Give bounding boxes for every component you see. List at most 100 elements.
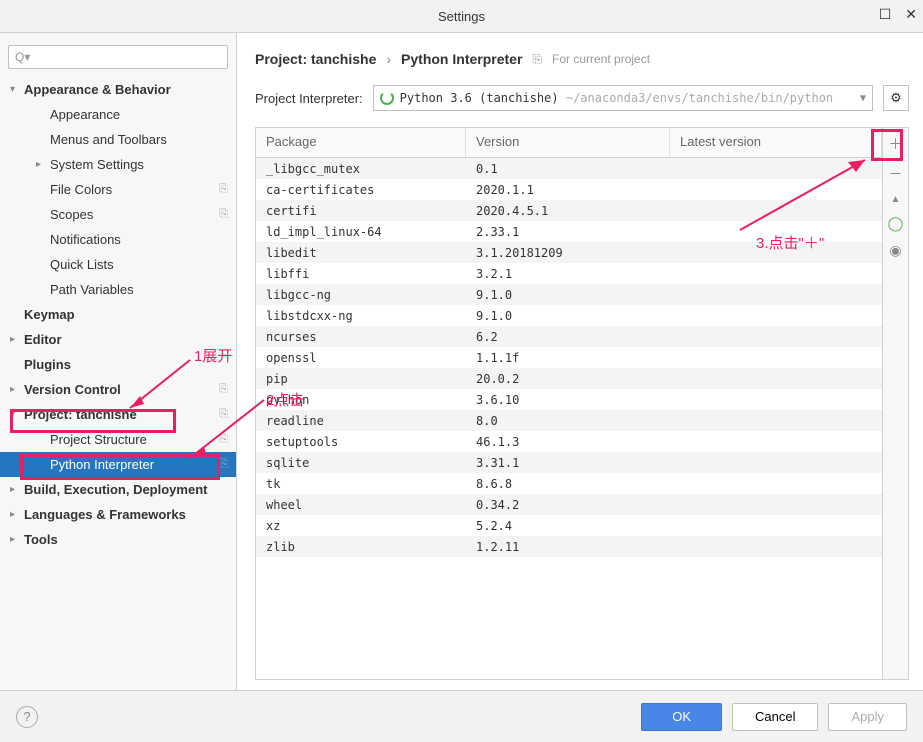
sidebar-item-label: Tools xyxy=(24,532,58,547)
sidebar-item-editor[interactable]: ▸Editor xyxy=(0,327,236,352)
sidebar-item-label: Python Interpreter xyxy=(50,457,154,472)
sidebar-item-build-execution-deployment[interactable]: ▸Build, Execution, Deployment xyxy=(0,477,236,502)
sidebar-item-label: Scopes xyxy=(50,207,93,222)
tree-arrow-icon: ▾ xyxy=(10,84,24,95)
tree-arrow-icon: ▸ xyxy=(10,534,24,545)
close-icon[interactable]: ✕ xyxy=(905,6,917,23)
sidebar-item-project-tanchishe[interactable]: ▾Project: tanchishe ⎘ xyxy=(0,402,236,427)
sidebar-item-version-control[interactable]: ▸Version Control ⎘ xyxy=(0,377,236,402)
breadcrumb: Project: tanchishe › Python Interpreter … xyxy=(255,51,909,67)
dialog-footer: ? OK Cancel Apply xyxy=(0,690,923,742)
sidebar-item-label: Keymap xyxy=(24,307,75,322)
conda-button[interactable]: ◯ xyxy=(888,215,904,232)
sidebar-item-quick-lists[interactable]: Quick Lists xyxy=(0,252,236,277)
for-current-project-label: For current project xyxy=(552,52,650,66)
table-row[interactable]: openssl1.1.1f xyxy=(256,347,882,368)
sidebar-item-system-settings[interactable]: ▸System Settings xyxy=(0,152,236,177)
sidebar-item-menus-and-toolbars[interactable]: Menus and Toolbars xyxy=(0,127,236,152)
sidebar-item-appearance-behavior[interactable]: ▾Appearance & Behavior xyxy=(0,77,236,102)
table-row[interactable]: sqlite3.31.1 xyxy=(256,452,882,473)
table-row[interactable]: _libgcc_mutex0.1 xyxy=(256,158,882,179)
col-latest[interactable]: Latest version xyxy=(670,128,882,157)
sidebar-item-path-variables[interactable]: Path Variables xyxy=(0,277,236,302)
table-row[interactable]: certifi2020.4.5.1 xyxy=(256,200,882,221)
help-button[interactable]: ? xyxy=(16,706,38,728)
table-row[interactable]: tk8.6.8 xyxy=(256,473,882,494)
sidebar-item-label: Project Structure xyxy=(50,432,147,447)
show-early-releases-button[interactable]: ◉ xyxy=(889,242,901,259)
interpreter-path xyxy=(559,91,566,105)
table-row[interactable]: ld_impl_linux-642.33.1 xyxy=(256,221,882,242)
sidebar-item-appearance[interactable]: Appearance xyxy=(0,102,236,127)
sidebar-item-project-structure[interactable]: Project Structure ⎘ xyxy=(0,427,236,452)
table-row[interactable]: ca-certificates2020.1.1 xyxy=(256,179,882,200)
apply-button[interactable]: Apply xyxy=(828,703,907,731)
cancel-button[interactable]: Cancel xyxy=(732,703,818,731)
table-row[interactable]: python3.6.10 xyxy=(256,389,882,410)
maximize-icon[interactable]: ☐ xyxy=(879,6,892,23)
tree-arrow-icon: ▸ xyxy=(10,484,24,495)
table-row[interactable]: xz5.2.4 xyxy=(256,515,882,536)
interpreter-settings-button[interactable]: ⚙ xyxy=(883,85,909,111)
sidebar-item-label: Path Variables xyxy=(50,282,134,297)
project-scope-icon: ⎘ xyxy=(219,183,228,196)
sidebar-item-label: Notifications xyxy=(50,232,121,247)
sidebar-item-label: Editor xyxy=(24,332,62,347)
project-scope-icon: ⎘ xyxy=(219,458,228,471)
sidebar-item-label: Version Control xyxy=(24,382,121,397)
project-scope-icon: ⎘ xyxy=(219,408,228,421)
add-package-button[interactable]: ＋ xyxy=(889,134,903,154)
project-scope-icon: ⎘ xyxy=(219,383,228,396)
tree-arrow-icon: ▸ xyxy=(36,159,50,170)
sidebar-item-keymap[interactable]: Keymap xyxy=(0,302,236,327)
sidebar-item-label: Project: tanchishe xyxy=(24,407,137,422)
content-pane: Project: tanchishe › Python Interpreter … xyxy=(237,33,923,690)
sidebar-item-label: File Colors xyxy=(50,182,112,197)
table-row[interactable]: libedit3.1.20181209 xyxy=(256,242,882,263)
tree-arrow-icon: ▸ xyxy=(10,509,24,520)
sidebar-item-label: Quick Lists xyxy=(50,257,114,272)
table-row[interactable]: pip20.0.2 xyxy=(256,368,882,389)
sidebar-item-label: Languages & Frameworks xyxy=(24,507,186,522)
table-row[interactable]: ncurses6.2 xyxy=(256,326,882,347)
settings-tree: ▾Appearance & BehaviorAppearance Menus an… xyxy=(0,77,236,690)
interpreter-select[interactable]: Python 3.6 (tanchishe) ~/anaconda3/envs/… xyxy=(373,85,873,111)
chevron-down-icon: ▼ xyxy=(860,93,866,104)
sidebar-item-tools[interactable]: ▸Tools xyxy=(0,527,236,552)
sidebar-item-scopes[interactable]: Scopes ⎘ xyxy=(0,202,236,227)
table-row[interactable]: readline8.0 xyxy=(256,410,882,431)
table-row[interactable]: setuptools46.1.3 xyxy=(256,431,882,452)
table-row[interactable]: libffi3.2.1 xyxy=(256,263,882,284)
package-toolbar: ＋ － ▲ ◯ ◉ xyxy=(882,128,908,679)
tree-arrow-icon: ▾ xyxy=(10,409,24,420)
sidebar-item-label: System Settings xyxy=(50,157,144,172)
upgrade-package-button[interactable]: ▲ xyxy=(891,194,901,205)
col-version[interactable]: Version xyxy=(466,128,670,157)
project-scope-icon: ⎘ xyxy=(219,208,228,221)
ok-button[interactable]: OK xyxy=(641,703,722,731)
sidebar-item-label: Menus and Toolbars xyxy=(50,132,167,147)
remove-package-button[interactable]: － xyxy=(889,164,903,184)
gear-icon: ⚙ xyxy=(890,90,902,106)
table-row[interactable]: wheel0.34.2 xyxy=(256,494,882,515)
loading-spinner-icon xyxy=(380,91,394,105)
table-row[interactable]: zlib1.2.11 xyxy=(256,536,882,557)
window-title: Settings xyxy=(438,9,485,24)
col-package[interactable]: Package xyxy=(256,128,466,157)
sidebar-item-notifications[interactable]: Notifications xyxy=(0,227,236,252)
tree-arrow-icon: ▸ xyxy=(10,384,24,395)
sidebar-item-python-interpreter[interactable]: Python Interpreter ⎘ xyxy=(0,452,236,477)
tree-arrow-icon: ▸ xyxy=(10,334,24,345)
sidebar-item-plugins[interactable]: Plugins xyxy=(0,352,236,377)
table-row[interactable]: libstdcxx-ng9.1.0 xyxy=(256,305,882,326)
forproj-icon: ⎘ xyxy=(532,52,542,67)
table-row[interactable]: libgcc-ng9.1.0 xyxy=(256,284,882,305)
search-icon: Q▾ xyxy=(15,50,30,64)
sidebar-item-file-colors[interactable]: File Colors ⎘ xyxy=(0,177,236,202)
breadcrumb-project: Project: tanchishe xyxy=(255,51,376,67)
interpreter-name: Python 3.6 (tanchishe) xyxy=(400,91,559,105)
interpreter-label: Project Interpreter: xyxy=(255,91,363,106)
sidebar-item-languages-frameworks[interactable]: ▸Languages & Frameworks xyxy=(0,502,236,527)
project-scope-icon: ⎘ xyxy=(219,433,228,446)
search-input[interactable]: Q▾ xyxy=(8,45,228,69)
